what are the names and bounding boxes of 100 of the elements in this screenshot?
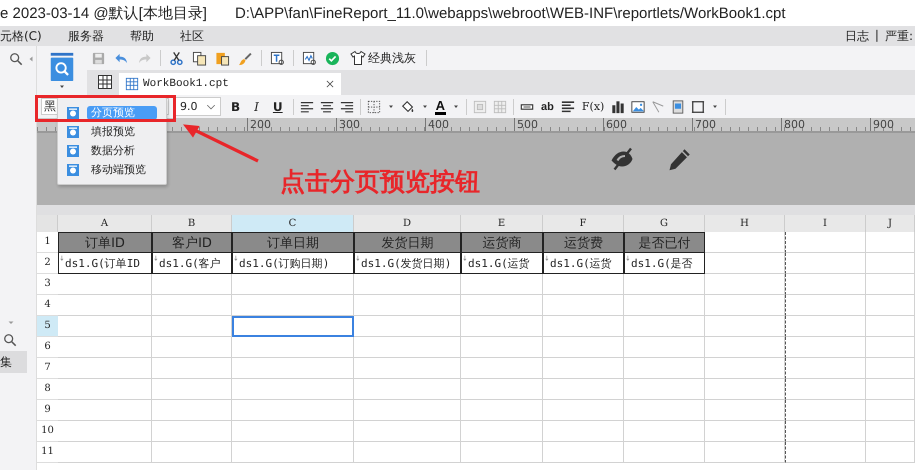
table-cell[interactable] <box>152 316 232 337</box>
table-cell[interactable] <box>354 295 461 316</box>
table-cell[interactable] <box>785 442 866 463</box>
menu-item[interactable]: 帮助 <box>130 28 154 44</box>
table-cell[interactable] <box>232 400 354 421</box>
table-cell[interactable] <box>543 379 624 400</box>
chart-search-icon[interactable] <box>302 50 317 66</box>
table-icon[interactable] <box>493 100 508 114</box>
table-cell[interactable] <box>543 400 624 421</box>
table-cell[interactable] <box>705 442 785 463</box>
table-cell[interactable] <box>543 337 624 358</box>
table-cell[interactable]: 是否已付 <box>624 232 705 253</box>
close-icon[interactable] <box>325 79 335 89</box>
menu-item[interactable]: 移动端预览 <box>87 162 150 176</box>
table-cell[interactable]: ds1.G(发货日期) <box>354 253 461 274</box>
table-cell[interactable] <box>705 295 785 316</box>
table-cell[interactable]: 订单ID <box>58 232 152 253</box>
table-cell[interactable] <box>785 379 866 400</box>
table-cell[interactable] <box>866 442 915 463</box>
table-cell[interactable] <box>785 253 866 274</box>
column-header[interactable]: H <box>705 215 785 232</box>
paragraph-icon[interactable] <box>560 100 575 114</box>
expand-icon[interactable] <box>7 319 15 327</box>
table-cell[interactable] <box>152 379 232 400</box>
table-cell[interactable] <box>866 253 915 274</box>
table-cell[interactable] <box>785 232 866 253</box>
bar-chart-icon[interactable] <box>611 100 626 114</box>
eye-slash-icon[interactable] <box>610 147 634 171</box>
table-cell[interactable] <box>354 421 461 442</box>
table-cell[interactable] <box>705 232 785 253</box>
table-cell[interactable] <box>705 379 785 400</box>
sidebar-item[interactable]: 集 <box>0 351 27 373</box>
table-cell[interactable] <box>866 337 915 358</box>
table-cell[interactable] <box>866 232 915 253</box>
table-cell[interactable]: 运货商 <box>461 232 543 253</box>
table-cell[interactable] <box>866 421 915 442</box>
table-cell[interactable] <box>354 358 461 379</box>
table-cell[interactable] <box>543 295 624 316</box>
border-icon[interactable] <box>366 100 381 114</box>
column-header[interactable]: A <box>58 215 152 232</box>
column-header[interactable]: F <box>543 215 624 232</box>
table-cell[interactable] <box>152 295 232 316</box>
table-cell[interactable] <box>232 442 354 463</box>
table-cell[interactable] <box>461 421 543 442</box>
table-cell[interactable] <box>866 295 915 316</box>
formula-button[interactable]: F(x) <box>580 100 606 113</box>
table-cell[interactable]: ds1.G(订购日期) <box>232 253 354 274</box>
column-header[interactable]: E <box>461 215 543 232</box>
caret-icon[interactable] <box>420 102 429 110</box>
search-icon[interactable] <box>9 52 23 66</box>
table-cell[interactable] <box>624 379 705 400</box>
menu-item[interactable]: 社区 <box>180 28 204 44</box>
table-cell[interactable] <box>866 274 915 295</box>
menu-item[interactable]: 填报预览 <box>87 124 139 138</box>
table-cell[interactable] <box>705 400 785 421</box>
collapse-icon[interactable] <box>27 55 35 63</box>
table-cell[interactable] <box>624 316 705 337</box>
table-cell[interactable] <box>543 358 624 379</box>
column-header[interactable]: I <box>785 215 866 232</box>
table-cell[interactable] <box>461 379 543 400</box>
copy-icon[interactable] <box>192 50 207 66</box>
table-cell[interactable] <box>624 337 705 358</box>
table-cell[interactable] <box>232 379 354 400</box>
table-cell[interactable] <box>58 421 152 442</box>
table-cell[interactable]: ds1.G(运货 <box>543 253 624 274</box>
table-cell[interactable] <box>232 274 354 295</box>
fill-bucket-icon[interactable] <box>400 100 415 114</box>
underline-button[interactable]: U <box>268 100 287 114</box>
column-header[interactable]: J <box>866 215 915 232</box>
table-cell[interactable] <box>152 358 232 379</box>
table-cell[interactable] <box>866 400 915 421</box>
caret-icon[interactable] <box>386 102 395 110</box>
search-icon[interactable] <box>3 333 17 347</box>
table-cell[interactable] <box>58 337 152 358</box>
table-cell[interactable] <box>461 337 543 358</box>
table-cell[interactable] <box>354 442 461 463</box>
font-size-field[interactable]: 9.0 <box>175 97 221 116</box>
column-header[interactable]: C <box>232 215 354 232</box>
table-cell[interactable] <box>58 316 152 337</box>
check-icon[interactable] <box>325 50 340 66</box>
merge-cells-icon[interactable] <box>473 100 488 114</box>
text-search-icon[interactable] <box>270 50 285 66</box>
table-cell[interactable] <box>866 316 915 337</box>
table-cell[interactable] <box>354 274 461 295</box>
row-header[interactable]: 5 <box>37 316 58 337</box>
table-cell[interactable] <box>866 358 915 379</box>
save-icon[interactable] <box>91 50 106 66</box>
column-header[interactable]: G <box>624 215 705 232</box>
italic-button[interactable]: I <box>250 100 263 114</box>
table-cell[interactable] <box>785 400 866 421</box>
table-cell[interactable] <box>354 379 461 400</box>
table-cell[interactable] <box>232 358 354 379</box>
table-cell[interactable] <box>232 421 354 442</box>
table-cell[interactable] <box>152 442 232 463</box>
table-cell[interactable]: ds1.G(是否 <box>624 253 705 274</box>
bold-button[interactable]: B <box>227 100 244 114</box>
table-cell[interactable] <box>543 442 624 463</box>
table-cell[interactable] <box>624 400 705 421</box>
table-cell[interactable] <box>785 421 866 442</box>
paste-icon[interactable] <box>215 50 230 66</box>
